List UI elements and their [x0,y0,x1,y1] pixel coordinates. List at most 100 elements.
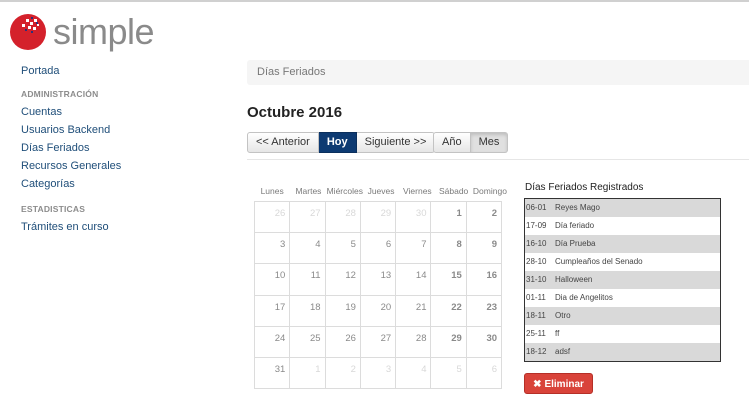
holiday-date: 28-10 [526,257,547,266]
calendar-day[interactable]: 5 [430,356,467,390]
calendar-day-number: 29 [451,332,462,344]
calendar-day[interactable]: 30 [465,325,503,358]
holiday-date: 18-11 [526,311,546,320]
calendar-day[interactable]: 29 [359,200,397,234]
sidebar-item-dias-feriados[interactable]: Días Feriados [21,139,221,157]
calendar-day[interactable]: 31 [253,356,291,390]
weekday-label: Sábado [438,186,469,196]
calendar-day[interactable]: 29 [430,325,467,358]
calendar-day[interactable]: 15 [430,263,467,296]
calendar-week: 31 1 2 3 4 5 6 [253,356,503,390]
holiday-date: 18-12 [526,347,547,356]
calendar-day[interactable]: 1 [289,356,326,390]
calendar-day[interactable]: 13 [359,263,397,296]
calendar-day-number: 7 [421,239,427,251]
calendar-day[interactable]: 27 [359,325,397,358]
calendar-day[interactable]: 2 [465,200,503,234]
calendar-day[interactable]: 20 [359,294,397,327]
holiday-item[interactable]: 17-09 Día feriado [525,217,720,235]
calendar-day[interactable]: 8 [430,232,467,265]
calendar-day[interactable]: 10 [253,263,291,296]
calendar-day[interactable]: 4 [289,232,326,265]
today-button[interactable]: Hoy [318,132,357,153]
calendar-day[interactable]: 6 [465,356,503,390]
calendar-day[interactable]: 3 [359,356,397,390]
sidebar-item-usuarios-backend[interactable]: Usuarios Backend [21,121,221,139]
breadcrumb-current: Días Feriados [257,66,326,78]
sidebar-item-cuentas[interactable]: Cuentas [21,103,221,121]
holiday-item[interactable]: 31-10 Halloween [525,271,720,289]
close-icon: ✖ [533,379,542,390]
calendar-day[interactable]: 24 [253,325,291,358]
logo[interactable]: simple [9,13,155,51]
calendar-day-number: 14 [415,270,427,282]
month-view-button[interactable]: Mes [470,132,509,153]
calendar-day[interactable]: 14 [395,263,432,296]
logo-icon [10,14,46,50]
calendar-day-number: 28 [415,332,427,344]
calendar-day[interactable]: 17 [253,294,291,327]
calendar-day[interactable]: 26 [324,325,361,358]
calendar-day[interactable]: 25 [289,325,326,358]
calendar-week: 26 27 28 29 30 1 2 [253,200,503,234]
calendar-day[interactable]: 9 [465,232,503,265]
calendar-day-number: 1 [456,208,462,219]
weekday-label: Martes [295,186,322,196]
calendar-day[interactable]: 23 [465,294,503,327]
calendar-day[interactable]: 12 [324,263,361,296]
top-border [0,0,749,2]
calendar-day[interactable]: 16 [465,263,503,296]
holiday-item[interactable]: 01-11 Dia de Angelitos [525,289,720,307]
sidebar-item-categorias[interactable]: Categorías [21,175,221,193]
holiday-date: 31-10 [526,275,547,284]
weekday-label: Lunes [260,186,284,196]
previous-button[interactable]: << Anterior [247,132,319,153]
holiday-item[interactable]: 18-12 adsf [525,343,720,361]
holiday-date: 01-11 [526,293,546,302]
holiday-item[interactable]: 06-01 Reyes Mago [525,199,720,217]
calendar-day-number: 18 [310,301,321,313]
delete-button-label: Eliminar [544,379,584,390]
calendar-day-number: 6 [385,239,392,251]
calendar-day[interactable]: 28 [324,200,361,234]
holiday-item[interactable]: 28-10 Cumpleaños del Senado [525,253,720,271]
sidebar-header-estadisticas: ESTADISTICAS [21,204,86,214]
sidebar-item-tramites-en-curso[interactable]: Trámites en curso [21,218,221,236]
calendar-day[interactable]: 2 [324,356,361,390]
holiday-item[interactable]: 16-10 Día Prueba [525,235,720,253]
calendar-week: 17 18 19 20 21 22 23 [253,294,503,327]
calendar-week: 3 4 5 6 7 8 9 [253,232,503,265]
next-button[interactable]: Siguiente >> [356,132,436,153]
calendar-day[interactable]: 6 [359,232,397,265]
holiday-date: 16-10 [526,239,547,248]
holidays-title: Días Feriados Registrados [525,182,644,193]
weekday-label: Miércoles [326,186,363,196]
calendar-day-number: 19 [345,301,356,313]
calendar-day[interactable]: 4 [395,356,432,390]
calendar-day[interactable]: 28 [395,325,432,358]
holiday-item[interactable]: 18-11 Otro [525,307,720,325]
calendar-day[interactable]: 3 [253,232,291,265]
sidebar-item-portada[interactable]: Portada [21,62,221,80]
holiday-name: ff [555,329,560,338]
calendar-day[interactable]: 30 [395,200,432,234]
calendar-day[interactable]: 18 [289,294,326,327]
sidebar-item-recursos-generales[interactable]: Recursos Generales [21,157,221,175]
calendar-day-number: 27 [310,208,321,219]
calendar-day[interactable]: 27 [289,200,326,234]
year-view-button[interactable]: Año [433,132,471,153]
holiday-item[interactable]: 25-11 ff [525,325,720,343]
calendar-day[interactable]: 26 [253,200,291,234]
holidays-list[interactable]: 06-01 Reyes Mago 17-09 Día feriado 16-10 Día … [524,198,721,362]
calendar-day[interactable]: 7 [395,232,432,265]
calendar-day-number: 26 [345,332,356,344]
calendar-day[interactable]: 5 [324,232,361,265]
calendar-day[interactable]: 11 [289,263,326,296]
delete-button[interactable]: ✖ Eliminar [524,373,593,394]
calendar-day-number: 31 [274,363,286,375]
calendar-day[interactable]: 21 [395,294,432,327]
calendar-day-number: 5 [350,239,356,251]
calendar-day[interactable]: 19 [324,294,361,327]
calendar-day[interactable]: 22 [430,294,467,327]
calendar-day[interactable]: 1 [430,200,467,234]
